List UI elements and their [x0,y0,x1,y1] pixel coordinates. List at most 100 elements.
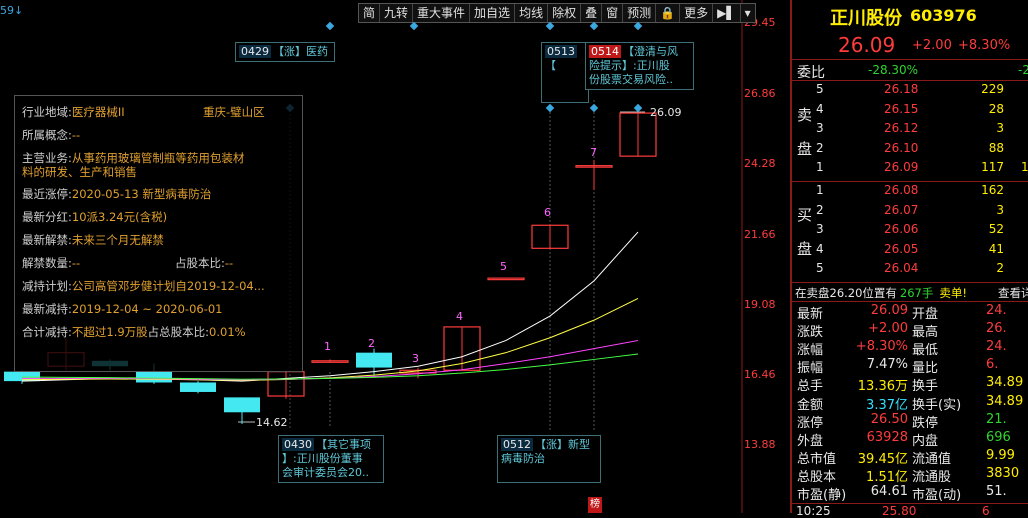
ask-level: 1 [816,160,824,174]
business-label: 主营业务: [22,151,72,165]
stat-value: 34.89 [986,393,1024,409]
candle-body [224,397,260,413]
flag-text: 险提示】:正川股 [589,59,670,72]
ask-row[interactable]: 1 26.09 117 1 [792,160,1028,177]
dividend-label: 最新分红: [22,210,72,224]
toolbar-overlay-button[interactable]: 叠 [581,4,603,22]
total-ratio-label: 占总股本比: [147,325,210,339]
y-tick-13.88: 13.88 [744,438,776,451]
stat-value: 24. [986,339,1007,355]
candle-body [136,371,172,383]
stat-label: 市盈(动) [912,488,962,503]
event-flag-0514[interactable]: 0514 【澄清与风 险提示】:正川股 份股票交易风险.. [585,42,694,90]
ask-price: 26.09 [884,160,919,174]
unlock-value: 未来三个月无解禁 [71,233,164,247]
stat-value: 696 [986,429,1011,445]
candle[interactable] [619,112,657,157]
candle[interactable] [311,359,349,363]
stock-info-panel: 行业地域:医疗器械II 重庆-璧山区 所属概念:-- 主营业务:从事药用玻璃管制… [14,95,303,372]
event-flag-0429[interactable]: 0429 【涨】医药 [235,42,335,62]
divider [792,181,1028,182]
candle-marker-3: 3 [412,352,419,365]
ask-row[interactable]: 3 26.12 3 [792,121,1028,138]
stat-value: 6. [986,357,999,373]
event-flag-0512[interactable]: 0512 【涨】新型 病毒防治 [497,435,601,483]
kline-chart-area[interactable]: 59↓ 29.45 26.86 24.28 21.66 19.08 16.46 … [0,0,790,513]
stat-value: +2.00 [868,321,908,337]
event-flag-0513[interactable]: 0513【 [541,42,589,103]
candle-marker-1: 1 [324,340,331,353]
chevron-down-icon[interactable]: ▾ [741,4,755,22]
ask-row[interactable]: 4 26.15 28 [792,102,1028,119]
y-tick-26.86: 26.86 [744,87,776,100]
bid-row[interactable]: 3 26.06 52 [792,222,1028,239]
candle[interactable] [267,370,305,399]
divider [792,301,1028,302]
toolbar-forecast-button[interactable]: 预测 [623,4,657,22]
stock-code: 603976 [910,6,977,25]
stat-row: 总股本 1.51亿 流通股 3830 [792,466,1028,485]
toolbar-ex-rights-button[interactable]: 除权 [548,4,582,22]
candle[interactable] [487,277,525,281]
stat-value: 21. [986,411,1007,427]
bid-row[interactable]: 4 26.05 41 [792,242,1028,259]
stat-row: 外盘 63928 内盘 696 [792,429,1028,449]
bid-row[interactable]: 5 26.04 2 [792,261,1028,278]
flag-text: 【涨】新型 [535,438,590,451]
unlock-qty-value: -- [71,256,81,270]
stat-label: 跌停 [912,415,939,431]
bid-price: 26.05 [884,241,919,256]
divider [792,59,1028,60]
concept-value: -- [71,128,81,142]
candle[interactable] [531,224,569,249]
price-change: +2.00 [912,38,952,53]
bid-level: 3 [816,222,824,236]
stat-value: 39.45亿 [857,451,908,467]
big-order-notice[interactable]: 在卖盘26.20位置有 267手 卖单! [795,285,967,301]
y-tick-19.08: 19.08 [744,298,776,311]
candle-marker-5: 5 [500,260,507,273]
view-detail-link[interactable]: 查看详 [998,285,1028,301]
candle[interactable] [224,397,260,424]
stat-value: 51. [986,484,1007,499]
event-flag-0430[interactable]: 0430 【其它事项 】:正川股份董事 会审计委员会20.. [278,435,384,483]
toolbar-more-button[interactable]: 更多 [680,4,714,22]
ask-price: 26.18 [884,82,919,96]
stat-value: +8.30% [855,339,908,355]
y-tick-21.66: 21.66 [744,228,776,241]
bid-volume: 2 [996,261,1004,275]
toolbar-major-events-button[interactable]: 重大事件 [413,4,471,22]
candle[interactable] [575,160,613,191]
flag-date: 0513 [545,45,577,58]
flag-text: 【 [545,59,556,72]
bid-price: 26.04 [884,261,919,275]
flag-date: 0430 [282,438,314,451]
toolbar-moving-average-button[interactable]: 均线 [515,4,549,22]
bid-level: 5 [816,261,824,275]
stat-label: 最高 [912,325,939,341]
ask-level: 3 [816,121,824,135]
candle[interactable] [180,381,216,394]
ask-row[interactable]: 2 26.10 88 [792,141,1028,158]
play-icon[interactable]: ▶▌ [713,4,741,22]
rank-badge[interactable]: 榜 [588,497,602,513]
stat-label: 流通值 [912,451,952,467]
bid-row[interactable]: 1 26.08 162 [792,183,1028,200]
ask-level: 5 [816,82,824,96]
stat-row: 最新 26.09 开盘 24. [792,303,1028,322]
divider [792,282,1028,283]
stat-label: 最新 [797,307,824,322]
bid-row[interactable]: 2 26.07 3 [792,203,1028,220]
ask-row[interactable]: 5 26.18 229 [792,82,1028,99]
toolbar-simple-button[interactable]: 简 [359,4,381,22]
candle-body [356,352,392,368]
toolbar-add-watchlist-button[interactable]: 加自选 [470,4,516,22]
high-price-label: 26.09 [650,106,682,119]
unlock-qty-label: 解禁数量: [22,256,72,270]
lock-icon[interactable]: 🔒 [656,4,681,22]
reduce-plan-value: 公司高管邓步健计划自2019-12-04... [71,279,265,293]
dividend-value: 10派3.24元(含税) [71,210,168,224]
toolbar-nine-turn-button[interactable]: 九转 [380,4,414,22]
toolbar-window-button[interactable]: 窗 [602,4,624,22]
stat-value: 24. [986,303,1007,318]
